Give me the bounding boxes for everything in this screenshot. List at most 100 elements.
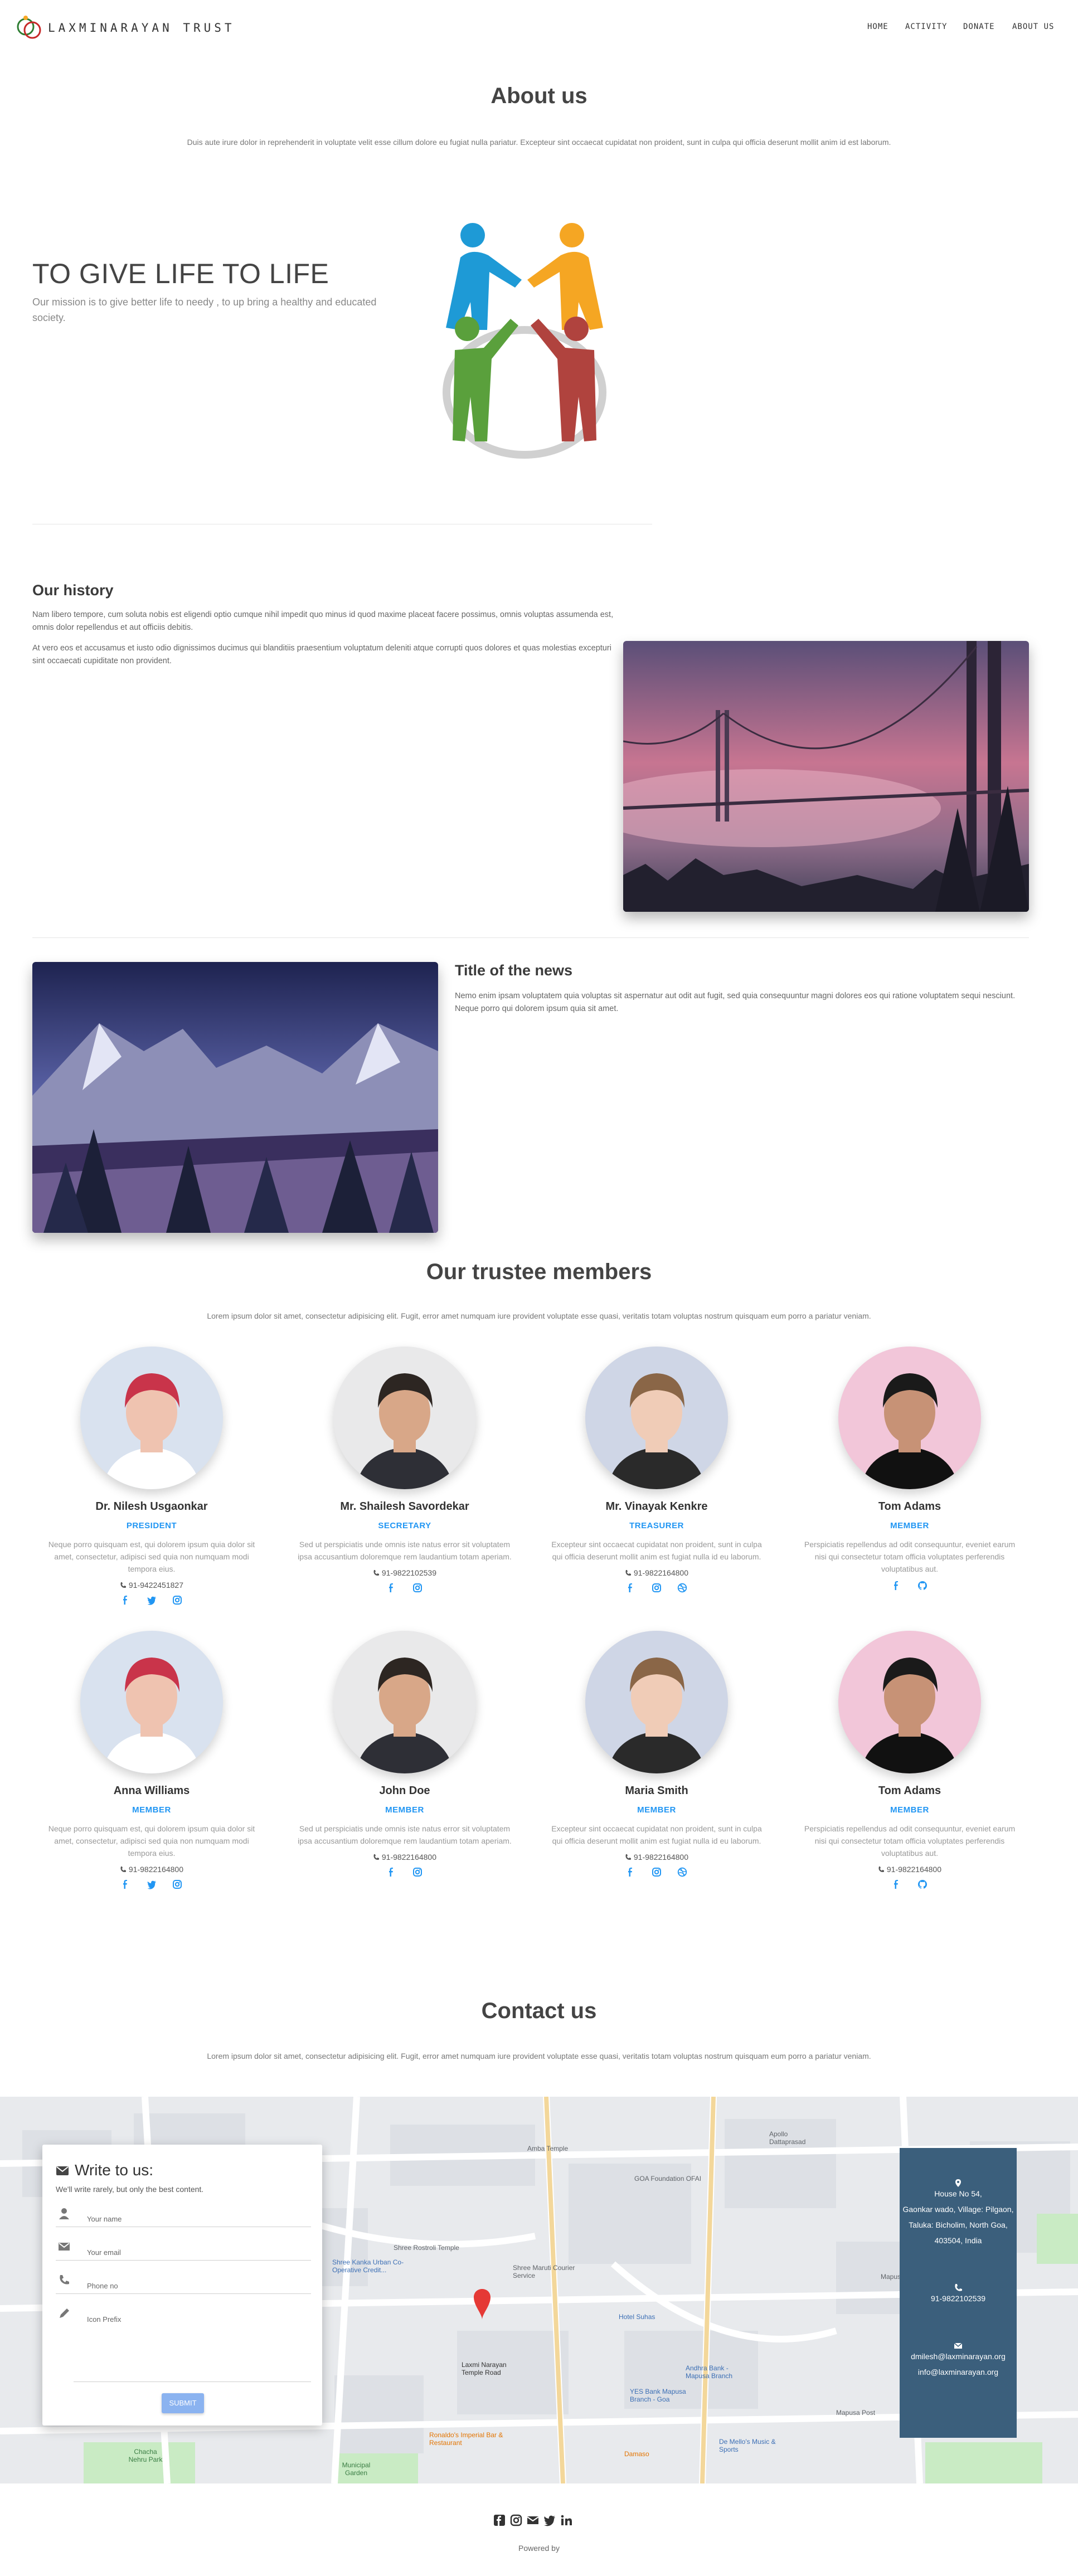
facebook-icon[interactable] bbox=[892, 1581, 902, 1591]
phone-icon bbox=[954, 2282, 963, 2291]
member-role: MEMBER bbox=[637, 1805, 676, 1815]
member-phone: 91-9822164800 bbox=[293, 1853, 516, 1861]
email-field[interactable]: Your email bbox=[56, 2236, 311, 2261]
map-label: Apollo Dattaprasad bbox=[769, 2130, 806, 2146]
envelope-icon[interactable] bbox=[526, 2514, 540, 2527]
history-title: Our history bbox=[32, 582, 114, 599]
member-description: Neque porro quisquam est, qui dolorem ip… bbox=[48, 1540, 255, 1573]
instagram-icon[interactable] bbox=[172, 1879, 182, 1889]
trustee-card: Dr. Nilesh Usgaonkar PRESIDENT Neque porro… bbox=[40, 1347, 263, 1605]
map-label: Mapusa Post bbox=[836, 2409, 876, 2417]
instagram-icon[interactable] bbox=[412, 1583, 423, 1593]
trustee-card: John Doe MEMBER Sed ut perspiciatis unde o… bbox=[293, 1631, 516, 1877]
member-name: Maria Smith bbox=[625, 1785, 688, 1797]
name-placeholder: Your name bbox=[87, 2215, 122, 2223]
member-phone: 91-9822164800 bbox=[545, 1853, 768, 1861]
powered-by: Powered by bbox=[518, 2544, 560, 2553]
member-photo bbox=[585, 1631, 728, 1773]
member-social-links bbox=[545, 1867, 768, 1877]
message-textarea[interactable] bbox=[74, 2315, 311, 2382]
facebook-icon[interactable] bbox=[121, 1595, 131, 1605]
facebook-icon[interactable] bbox=[892, 1879, 902, 1889]
nav-donate[interactable]: DONATE bbox=[963, 22, 995, 31]
twitter-icon[interactable] bbox=[147, 1879, 157, 1889]
submit-button[interactable]: SUBMIT bbox=[162, 2393, 204, 2413]
trustee-card: Mr. Vinayak Kenkre TREASURER Excepteur sin… bbox=[545, 1347, 768, 1593]
github-icon[interactable] bbox=[917, 1879, 928, 1889]
logo[interactable] bbox=[14, 13, 45, 43]
facebook-icon[interactable] bbox=[387, 1583, 397, 1593]
hero-subtitle: Our mission is to give better life to ne… bbox=[32, 297, 377, 323]
facebook-icon[interactable] bbox=[121, 1879, 131, 1889]
member-phone: 91-9422451827 bbox=[40, 1581, 263, 1590]
member-social-links bbox=[798, 1581, 1021, 1591]
member-description: Excepteur sint occaecat cupidatat non pr… bbox=[551, 1540, 762, 1561]
about-title: About us bbox=[491, 84, 587, 108]
map-label: De Mello's Music & Sports bbox=[719, 2438, 776, 2453]
contact-lead: Lorem ipsum dolor sit amet, consectetur … bbox=[207, 2052, 871, 2060]
user-icon bbox=[58, 2207, 70, 2219]
brand-name[interactable]: LAXMINARAYAN TRUST bbox=[48, 21, 235, 35]
map-label: Shree Kanka Urban Co-Operative Credit... bbox=[332, 2258, 404, 2274]
map-label: GOA Foundation OFAI bbox=[634, 2175, 702, 2183]
member-name: Anna Williams bbox=[113, 1785, 190, 1797]
facebook-square-icon[interactable] bbox=[493, 2514, 506, 2527]
contact-info-card: House No 54, Gaonkar wado, Village: Pilg… bbox=[900, 2148, 1017, 2438]
history-paragraph-1: Nam libero tempore, cum soluta nobis est… bbox=[32, 610, 614, 632]
twitter-icon[interactable] bbox=[147, 1595, 157, 1605]
dribbble-icon[interactable] bbox=[677, 1583, 687, 1593]
member-name: Mr. Shailesh Savordekar bbox=[340, 1500, 469, 1513]
nav-home[interactable]: HOME bbox=[867, 22, 888, 31]
member-phone: 91-9822164800 bbox=[40, 1865, 263, 1874]
member-phone-number: 91-9822102539 bbox=[381, 1568, 436, 1577]
instagram-icon[interactable] bbox=[652, 1583, 662, 1593]
dribbble-icon[interactable] bbox=[677, 1867, 687, 1877]
member-photo bbox=[80, 1347, 223, 1489]
twitter-icon[interactable] bbox=[543, 2514, 556, 2527]
form-subtitle: We'll write rarely, but only the best co… bbox=[56, 2185, 204, 2194]
map-label: Hotel Suhas bbox=[619, 2313, 655, 2321]
member-name: Tom Adams bbox=[878, 1785, 941, 1797]
trustee-card: Maria Smith MEMBER Excepteur sint occaecat… bbox=[545, 1631, 768, 1877]
nav-activity[interactable]: ACTIVITY bbox=[905, 22, 947, 31]
trustee-card: Anna Williams MEMBER Neque porro quisquam … bbox=[40, 1631, 263, 1889]
member-social-links bbox=[293, 1583, 516, 1593]
mountain-valley-photo bbox=[32, 962, 438, 1233]
divider bbox=[32, 937, 1029, 938]
nav-about-us[interactable]: ABOUT US bbox=[1012, 22, 1054, 31]
member-social-links bbox=[293, 1867, 516, 1877]
about-lead: Duis aute irure dolor in reprehenderit i… bbox=[187, 138, 891, 147]
map-label: Damaso bbox=[624, 2450, 649, 2458]
trustee-card: Tom Adams MEMBER Perspiciatis repellendus … bbox=[798, 1631, 1021, 1889]
member-role: SECRETARY bbox=[378, 1521, 431, 1530]
github-icon[interactable] bbox=[917, 1581, 928, 1591]
map-label: YES Bank Mapusa Branch - Goa bbox=[630, 2388, 686, 2403]
member-phone-number: 91-9822164800 bbox=[128, 1865, 183, 1874]
instagram-icon[interactable] bbox=[652, 1867, 662, 1877]
map-marker-icon bbox=[954, 2177, 963, 2187]
facebook-icon[interactable] bbox=[626, 1583, 636, 1593]
contact-phone[interactable]: 91-9822102539 bbox=[900, 2291, 1017, 2306]
member-description: Sed ut perspiciatis unde omnis iste natu… bbox=[298, 1824, 512, 1845]
contact-email[interactable]: info@laxminarayan.org bbox=[900, 2364, 1017, 2380]
instagram-icon[interactable] bbox=[412, 1867, 423, 1877]
map-label: Chacha Nehru Park bbox=[128, 2448, 163, 2463]
member-photo bbox=[333, 1631, 476, 1773]
member-photo bbox=[838, 1631, 981, 1773]
instagram-icon[interactable] bbox=[172, 1595, 182, 1605]
address-line: 403504, India bbox=[934, 2236, 982, 2245]
member-photo bbox=[585, 1347, 728, 1489]
member-social-links bbox=[545, 1583, 768, 1593]
member-social-links bbox=[798, 1879, 1021, 1889]
hero-title: TO GIVE LIFE TO LIFE bbox=[32, 258, 329, 289]
linkedin-icon[interactable] bbox=[560, 2514, 573, 2527]
history-paragraph-2: At vero eos et accusamus et iusto odio d… bbox=[32, 644, 611, 665]
phone-field[interactable]: Phone no bbox=[56, 2269, 311, 2294]
name-field[interactable]: Your name bbox=[56, 2203, 311, 2227]
contact-email[interactable]: dmilesh@laxminarayan.org bbox=[900, 2349, 1017, 2364]
facebook-icon[interactable] bbox=[387, 1867, 397, 1877]
member-role: MEMBER bbox=[132, 1805, 171, 1815]
facebook-icon[interactable] bbox=[626, 1867, 636, 1877]
instagram-icon[interactable] bbox=[509, 2514, 523, 2527]
envelope-icon bbox=[954, 2340, 963, 2349]
